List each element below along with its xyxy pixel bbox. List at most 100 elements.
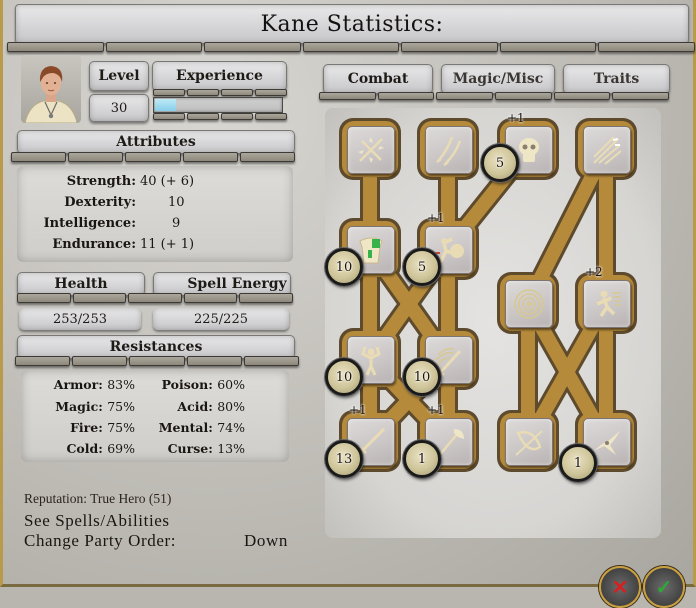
resistance-value: 75%	[107, 399, 135, 414]
skill-level-badge: 13	[325, 440, 363, 478]
skill-critical-strike[interactable]	[347, 126, 395, 174]
attribute-row-dexterity: Dexterity: 10	[17, 195, 185, 210]
resistances-title: Resistances	[109, 339, 203, 355]
skill-level-badge: 1	[403, 440, 441, 478]
tab-label: Traits	[593, 71, 640, 87]
arrows-volley-icon	[593, 136, 622, 165]
skill-bonus-label: +1	[507, 111, 525, 125]
character-stats-window: Kane Statistics: Level 30 Experience Att…	[0, 0, 696, 608]
level-value-box: 30	[89, 94, 149, 122]
tab-magic-misc[interactable]: Magic/Misc	[441, 64, 555, 94]
resistance-poison: Poison: 60%	[162, 377, 245, 392]
attribute-value: 10	[168, 195, 185, 210]
attributes-bricks	[11, 152, 296, 162]
resistance-value: 80%	[217, 399, 245, 414]
tab-combat[interactable]: Combat	[323, 64, 433, 94]
exp-top-bricks	[153, 89, 287, 96]
resistance-value: 13%	[217, 441, 245, 456]
title-brick-ledge	[7, 42, 696, 52]
reputation-text: Reputation: True Hero (51)	[24, 491, 172, 506]
resistance-cold: Cold: 69%	[66, 441, 135, 456]
cancel-x-icon: ✕	[611, 575, 629, 599]
spell-energy-value-box: 225/225	[153, 308, 289, 330]
resistance-fire: Fire: 75%	[70, 420, 135, 435]
tabs-brick-ledge	[319, 92, 670, 100]
experience-bar-fill	[155, 99, 177, 111]
skill-level-badge: 10	[325, 248, 363, 286]
attribute-row-intelligence: Intelligence: 9	[17, 216, 181, 231]
attribute-name: Dexterity:	[64, 195, 136, 210]
tab-traits[interactable]: Traits	[563, 64, 670, 94]
attribute-row-strength: Strength: 40 (+ 6)	[17, 174, 194, 189]
spell-energy-value: 225/225	[193, 311, 248, 327]
tab-label: Combat	[347, 71, 409, 87]
skill-bows[interactable]	[505, 418, 553, 466]
title-bar: Kane Statistics:	[15, 4, 689, 44]
spell-energy-label: Spell Energy	[187, 276, 287, 292]
resistance-name: Acid:	[177, 399, 213, 414]
vitals-bricks	[17, 293, 293, 303]
skill-multi-shot[interactable]	[583, 126, 631, 174]
skill-level-badge: 5	[403, 248, 441, 286]
character-portrait[interactable]	[21, 55, 81, 123]
skill-concentration[interactable]	[505, 280, 553, 328]
resistance-name: Cold:	[66, 441, 103, 456]
resistance-name: Curse:	[167, 441, 213, 456]
skill-bonus-label: +2	[585, 265, 603, 279]
skill-level-badge: 5	[481, 144, 519, 182]
attribute-value: 40 (+ 6)	[140, 174, 195, 189]
resistance-value: 60%	[217, 377, 245, 392]
portrait-image	[24, 66, 78, 123]
attributes-header: Attributes	[17, 130, 295, 154]
resistance-value: 74%	[217, 420, 245, 435]
skill-bonus-label: +1	[427, 403, 445, 417]
experience-label: Experience	[176, 68, 263, 84]
level-value: 30	[110, 100, 128, 116]
resistance-name: Fire:	[70, 420, 103, 435]
skill-level-badge: 1	[559, 444, 597, 482]
attributes-title: Attributes	[116, 134, 196, 150]
cancel-button[interactable]: ✕	[599, 566, 641, 608]
attribute-name: Intelligence:	[43, 216, 136, 231]
attribute-value: 9	[172, 216, 181, 231]
accept-check-icon: ✓	[655, 575, 673, 599]
level-label: Level	[98, 68, 140, 84]
resistance-value: 69%	[107, 441, 135, 456]
crossed-swords-sparks-icon	[358, 137, 384, 163]
skill-bonus-label: +1	[427, 211, 445, 225]
party-order-down-button[interactable]: Down	[244, 531, 288, 551]
skill-level-badge: 10	[403, 358, 441, 396]
experience-bar	[153, 97, 283, 113]
resistance-value: 83%	[107, 377, 135, 392]
health-label: Health	[54, 276, 108, 292]
attribute-name: Strength:	[66, 174, 136, 189]
accept-button[interactable]: ✓	[643, 566, 685, 608]
window-title: Kane Statistics:	[260, 11, 444, 37]
resistance-name: Armor:	[53, 377, 103, 392]
skill-level-badge: 10	[325, 358, 363, 396]
attribute-value: 11 (+ 1)	[140, 237, 195, 252]
running-figure-icon	[596, 290, 621, 317]
resistance-value: 75%	[107, 420, 135, 435]
twin-blades-icon	[436, 136, 462, 166]
attribute-name: Endurance:	[52, 237, 136, 252]
resistance-name: Magic:	[55, 399, 103, 414]
health-value-box: 253/253	[19, 308, 141, 330]
see-spells-abilities-link[interactable]: See Spells/Abilities	[24, 511, 170, 531]
resistance-acid: Acid: 80%	[177, 399, 245, 414]
skill-dual-wield[interactable]	[425, 126, 473, 174]
resistance-name: Mental:	[158, 420, 213, 435]
resistances-bricks	[15, 356, 300, 366]
resistance-mental: Mental: 74%	[159, 420, 245, 435]
party-order-label: Change Party Order:	[24, 531, 177, 550]
skill-dodge[interactable]	[583, 280, 631, 328]
target-rings-icon	[514, 289, 544, 319]
combat-skill-tree: +1 5 10 +1 5 +2 10 10 +1 13 +1 1 1	[325, 108, 661, 538]
resistance-name: Poison:	[161, 377, 213, 392]
experience-label-box: Experience	[152, 61, 287, 91]
level-label-box: Level	[89, 61, 149, 91]
exp-bottom-bricks	[153, 113, 287, 120]
tab-label: Magic/Misc	[452, 71, 544, 87]
attribute-row-endurance: Endurance: 11 (+ 1)	[17, 237, 194, 252]
skill-bonus-label: +1	[349, 403, 367, 417]
